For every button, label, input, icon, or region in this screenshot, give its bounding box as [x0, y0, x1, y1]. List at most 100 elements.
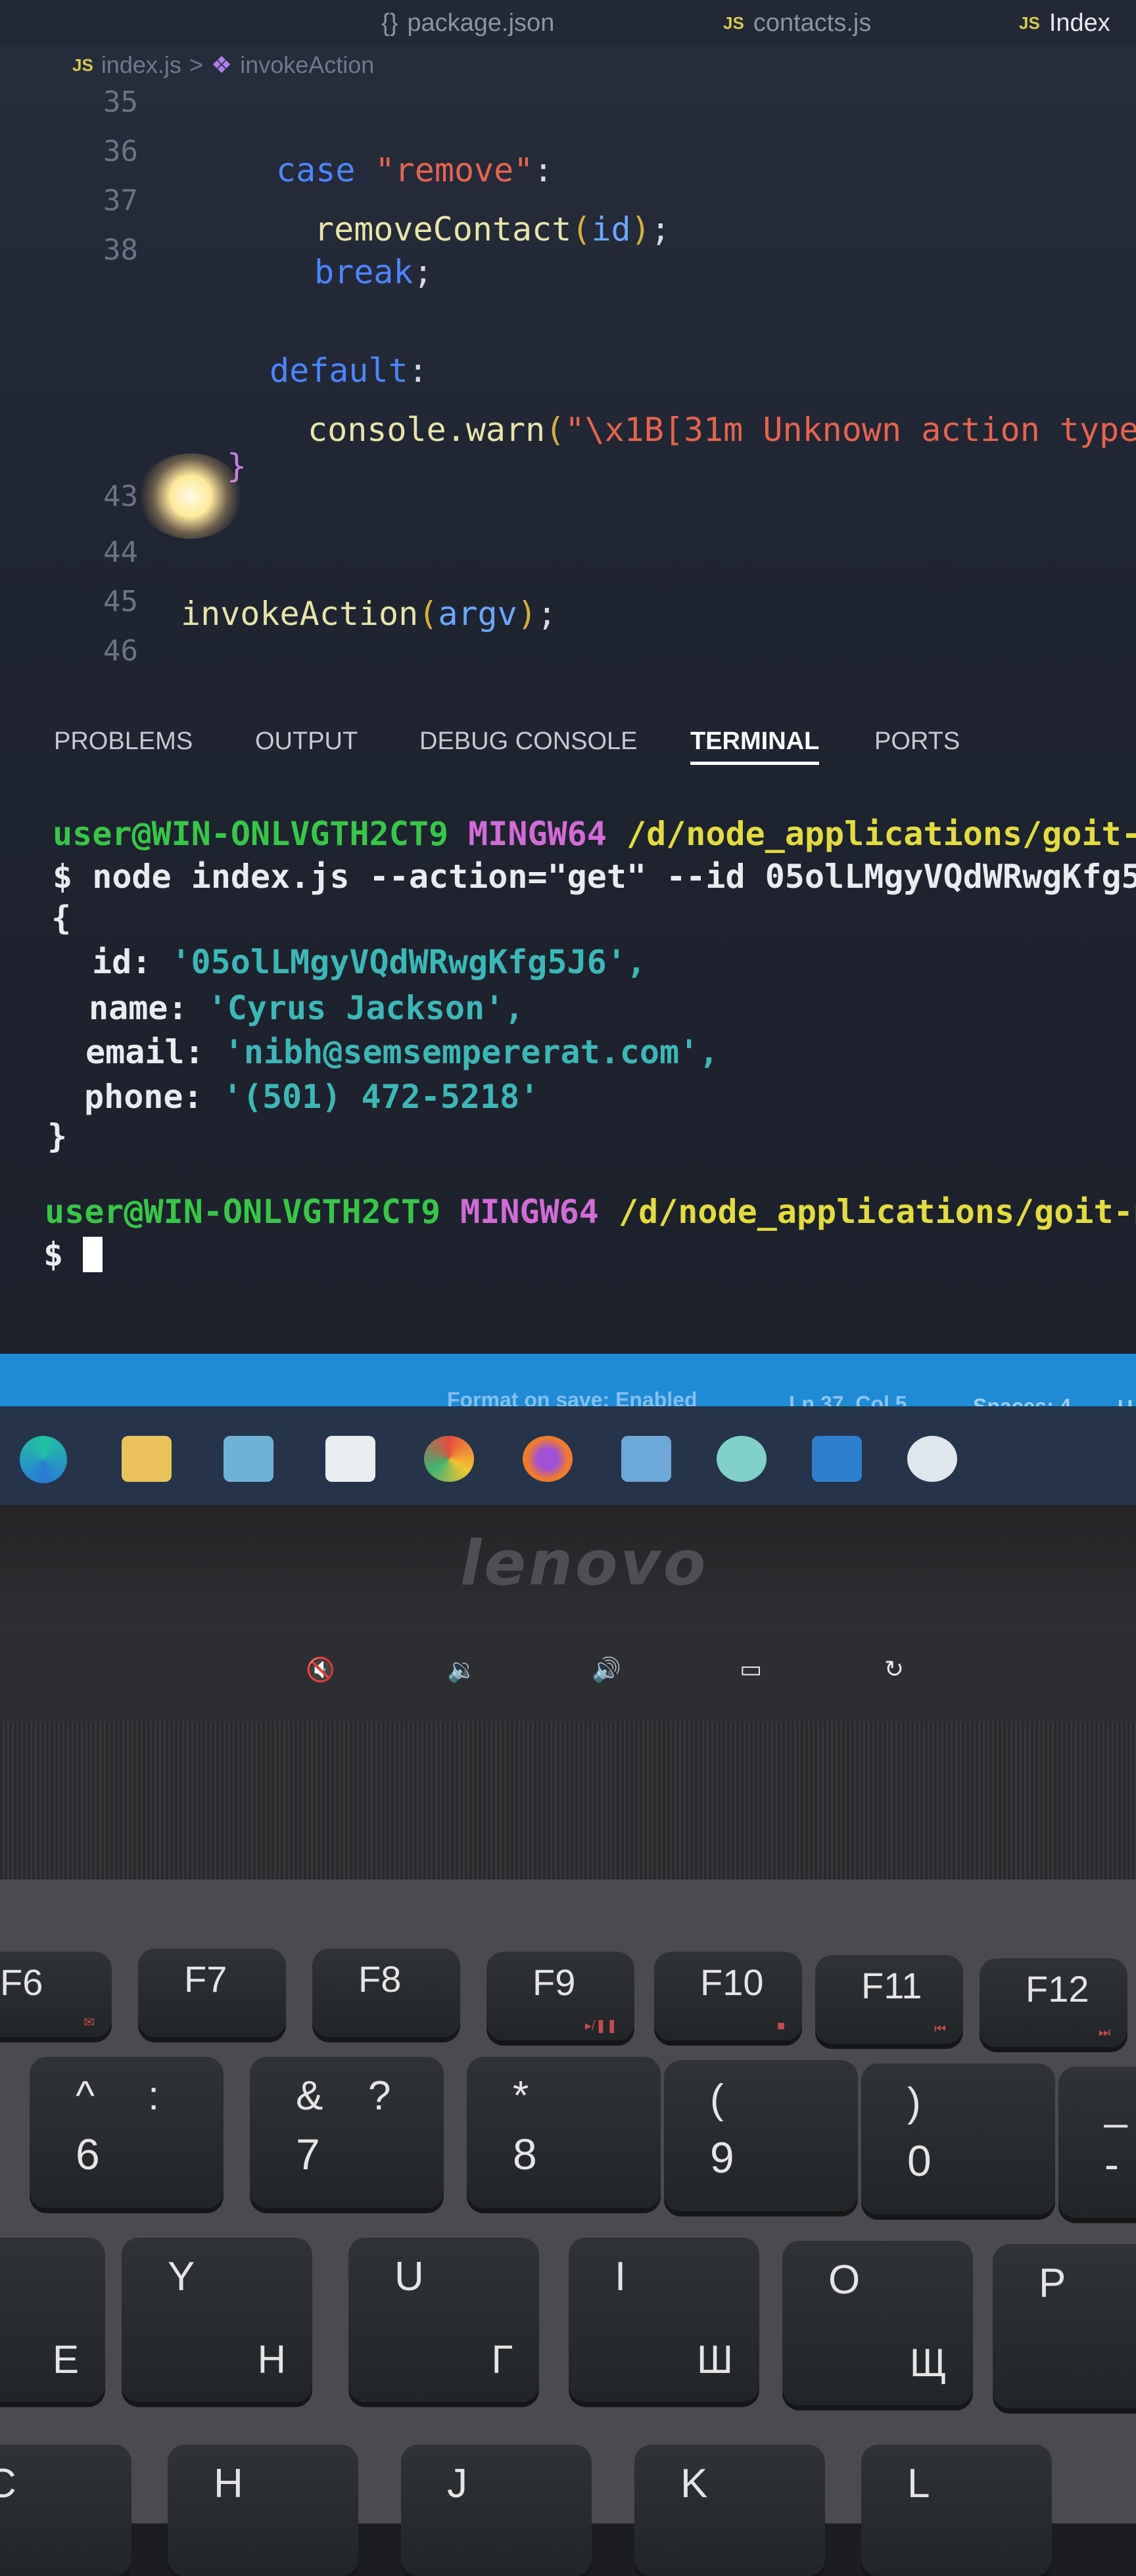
symbol-method-icon: ❖: [210, 51, 233, 78]
app-icon[interactable]: [717, 1436, 767, 1482]
taskbar: [0, 1406, 1136, 1511]
breadcrumb-file[interactable]: index.js: [101, 51, 181, 79]
code-line[interactable]: invokeAction(argv);: [181, 595, 557, 633]
tab-label: package.json: [407, 9, 555, 37]
tab-contacts-js[interactable]: JS contacts.js: [723, 7, 871, 39]
chrome-icon[interactable]: [424, 1436, 474, 1482]
code-string: "remove": [375, 151, 534, 189]
output-key: id:: [92, 943, 152, 981]
edge-icon[interactable]: [20, 1436, 67, 1483]
key-j[interactable]: J: [401, 2445, 592, 2576]
key-6[interactable]: ^:6: [30, 2057, 224, 2208]
key-o[interactable]: OЩ: [782, 2241, 973, 2405]
firefox-icon[interactable]: [523, 1436, 573, 1482]
line-number: 36: [103, 135, 138, 168]
laptop-hinge: [0, 1630, 1136, 1722]
status-bar: Format on save: Enabled Ln 37, Col 5 Spa…: [0, 1354, 1136, 1419]
notepad-icon[interactable]: [621, 1436, 671, 1482]
vscode-icon[interactable]: [812, 1436, 862, 1482]
code-line[interactable]: removeContact(id);: [314, 210, 671, 248]
line-number: 44: [103, 536, 138, 569]
volume-down-icon[interactable]: 🔉: [447, 1656, 477, 1684]
terminal-input-line[interactable]: $: [43, 1235, 103, 1274]
display-icon[interactable]: ▭: [740, 1656, 762, 1683]
key-f10[interactable]: F10 ■: [654, 1952, 802, 2040]
terminal-prompt-line: user@WIN-ONLVGTH2CT9 MINGW64 /d/node_app…: [45, 1193, 1136, 1231]
volume-up-icon[interactable]: 🔊: [592, 1656, 621, 1684]
code-line[interactable]: console.warn("\x1B[31m Unknown action ty…: [308, 411, 1136, 449]
tab-output[interactable]: OUTPUT: [255, 727, 358, 756]
output-brace: {: [51, 899, 72, 937]
code-line[interactable]: default:: [270, 352, 428, 390]
mail-icon[interactable]: [224, 1436, 273, 1482]
refresh-icon[interactable]: ↻: [884, 1656, 904, 1683]
key-f12[interactable]: F12 ⏭: [980, 1958, 1127, 2047]
key-f8[interactable]: F8: [312, 1948, 460, 2037]
line-number: 45: [103, 585, 138, 618]
key-i[interactable]: IШ: [569, 2238, 759, 2402]
code-string: "\x1B[31m Unknown action type!: [565, 411, 1136, 449]
key-9[interactable]: (9: [664, 2060, 858, 2211]
key-f6[interactable]: F6 ✉: [0, 1952, 112, 2037]
code-punct: ): [630, 210, 651, 248]
line-number: 46: [103, 634, 138, 668]
chevron-right-icon: >: [189, 51, 203, 78]
key-k[interactable]: K: [634, 2445, 825, 2576]
tab-terminal[interactable]: TERMINAL: [690, 727, 820, 765]
light-reflection: [138, 453, 243, 539]
key-f11[interactable]: F11 ⏮: [815, 1955, 963, 2044]
key-8[interactable]: * 8: [467, 2057, 661, 2208]
key-p[interactable]: P: [993, 2244, 1136, 2408]
output-key: phone:: [84, 1078, 203, 1116]
line-number: 35: [103, 85, 138, 119]
key-0[interactable]: ) 0: [861, 2063, 1055, 2215]
mute-icon[interactable]: 🔇: [306, 1656, 335, 1684]
key-t[interactable]: Е: [0, 2238, 105, 2402]
breadcrumb-symbol[interactable]: invokeAction: [240, 51, 374, 79]
key-g[interactable]: C: [0, 2445, 131, 2576]
code-punct: ): [517, 595, 537, 633]
brand-logo: lenovo: [460, 1528, 709, 1599]
code-punct: :: [408, 352, 428, 390]
js-icon: JS: [72, 55, 93, 75]
line-number: 43: [103, 480, 138, 513]
tab-package-json[interactable]: {} package.json: [381, 7, 554, 39]
tab-problems[interactable]: PROBLEMS: [54, 727, 193, 756]
key-7[interactable]: &? 7: [250, 2057, 444, 2208]
code-keyword: case: [276, 151, 356, 189]
tab-debug-console[interactable]: DEBUG CONSOLE: [419, 727, 638, 756]
keyboard: F6 ✉ F7 F8 F9 ▸/❚❚ F10 ■ F11 ⏮ F12 ⏭ ^:6 &? 7 …: [0, 1879, 1136, 2576]
key-u[interactable]: UГ: [348, 2238, 539, 2402]
output-value: 'Cyrus Jackson',: [207, 989, 525, 1027]
key-f7[interactable]: F7: [138, 1948, 286, 2037]
file-explorer-icon[interactable]: [122, 1436, 172, 1482]
code-punct: :: [533, 151, 554, 189]
output-value: '05olLMgyVQdWRwgKfg5J6',: [171, 943, 646, 981]
code-function: console.warn: [308, 411, 546, 449]
prompt-user: user@WIN-ONLVGTH2CT9: [45, 1193, 441, 1231]
code-line[interactable]: case "remove":: [276, 151, 553, 189]
key-minus[interactable]: _ -: [1058, 2067, 1136, 2218]
prompt-path: /d/node_applications/goit-node: [627, 815, 1136, 853]
laptop-screen: {} package.json JS contacts.js JS Index …: [0, 0, 1136, 1531]
key-h[interactable]: H: [168, 2445, 358, 2576]
output-key: name:: [89, 989, 188, 1027]
key-y[interactable]: YН: [122, 2238, 312, 2402]
breadcrumb[interactable]: JS index.js > ❖ invokeAction: [72, 51, 374, 79]
tab-ports[interactable]: PORTS: [874, 727, 960, 756]
code-variable: id: [591, 210, 631, 248]
bird-app-icon[interactable]: [907, 1436, 957, 1482]
key-f9[interactable]: F9 ▸/❚❚: [486, 1952, 634, 2040]
store-icon[interactable]: [325, 1436, 375, 1482]
prompt-symbol: $: [53, 858, 73, 896]
key-l[interactable]: L: [861, 2445, 1052, 2576]
tab-index[interactable]: JS Index: [1019, 7, 1110, 39]
prompt-path: /d/node_applications/goit-node-: [619, 1193, 1136, 1231]
code-line[interactable]: break;: [314, 253, 433, 291]
output-line: id: '05olLMgyVQdWRwgKfg5J6',: [92, 943, 646, 981]
prompt-symbol: $: [43, 1235, 64, 1274]
code-function: invokeAction: [181, 595, 419, 633]
code-function: removeContact: [314, 210, 572, 248]
output-value: '(501) 472-5218': [222, 1078, 540, 1116]
code-punct: (: [418, 595, 438, 633]
